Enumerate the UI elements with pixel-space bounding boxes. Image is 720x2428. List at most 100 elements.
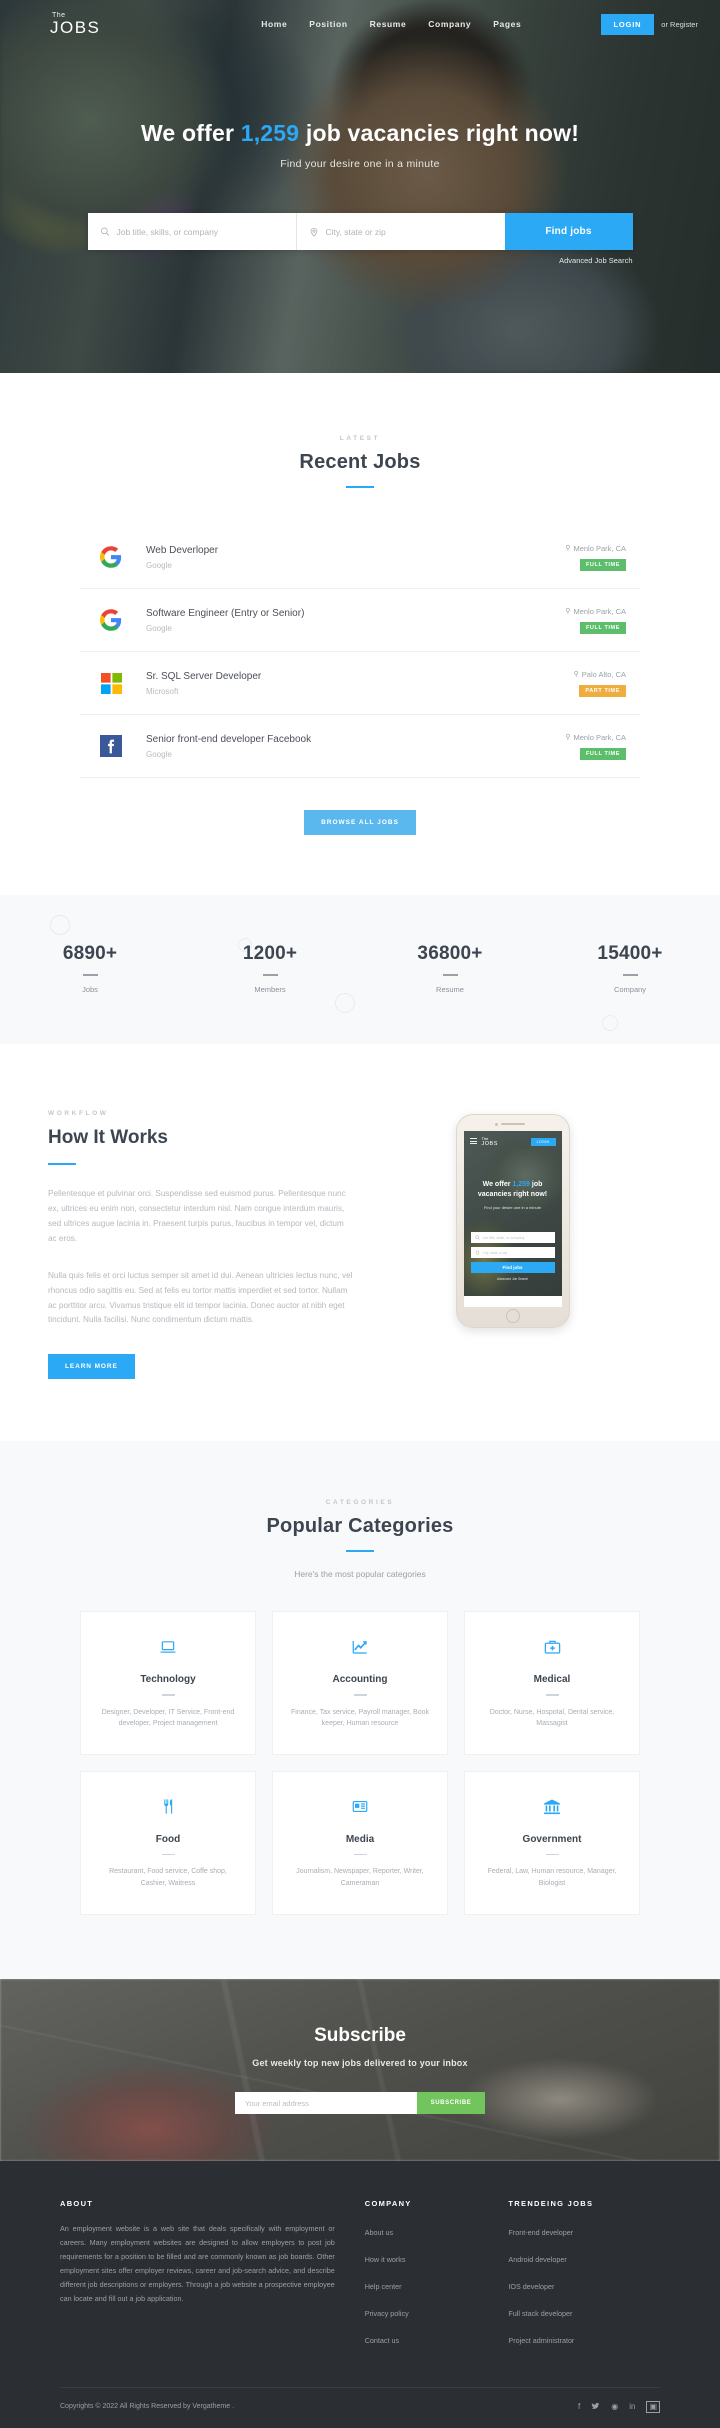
footer-link-privacy-policy[interactable]: Privacy policy	[365, 2309, 409, 2318]
footer-jobs-heading: TRENDEING JOBS	[508, 2198, 594, 2208]
logo-jobs: JOBS	[50, 18, 101, 37]
how-it-works-paragraph-1: Pellentesque et pulvinar orci. Suspendis…	[48, 1189, 346, 1243]
category-description: Doctor, Nurse, Hospotal, Dental service,…	[489, 1708, 615, 1728]
footer-link-help-center[interactable]: Help center	[365, 2282, 402, 2291]
microsoft-logo	[94, 666, 128, 700]
phone-find-jobs-button[interactable]: Find jobs	[470, 1262, 555, 1274]
learn-more-button[interactable]: LEARN MORE	[48, 1354, 135, 1380]
footer-link-android-developer[interactable]: Android developer	[508, 2255, 566, 2264]
footer-link-contact-us[interactable]: Contact us	[365, 2336, 399, 2345]
phone-hero-subtitle: Find your desire one in a minute	[483, 1205, 542, 1211]
location-input[interactable]	[325, 226, 493, 237]
footer-link-frontend-developer[interactable]: Front-end developer	[508, 2228, 573, 2237]
subscribe-button[interactable]: SUBSCRIBE	[417, 2092, 485, 2115]
browse-all-jobs-button[interactable]: BROWSE ALL JOBS	[304, 810, 416, 835]
status-badge: FULL TIME	[579, 621, 626, 634]
category-card-government[interactable]: Government Federal, Law, Human resource,…	[464, 1770, 640, 1915]
login-button[interactable]: LOGIN	[600, 13, 655, 35]
phone-search-placeholder: Job title, skills, or company	[482, 1235, 525, 1240]
linkedin-icon[interactable]: in	[629, 2402, 635, 2411]
category-card-food[interactable]: Food Restaurant, Food service, Coffe sho…	[80, 1770, 256, 1915]
phone-search-input[interactable]: Job title, skills, or company	[470, 1232, 555, 1244]
table-row[interactable]: Senior front-end developer Facebook Goog…	[80, 715, 640, 778]
dribbble-icon[interactable]: ◉	[611, 2402, 618, 2411]
footer-link-project-administrator[interactable]: Project administrator	[508, 2336, 574, 2345]
nav-item-company[interactable]: Company	[428, 19, 471, 29]
phone-login-button[interactable]: LOGIN	[530, 1138, 556, 1147]
job-location: ⚲ Palo Alto, CA	[574, 670, 626, 679]
list-item: Front-end developer	[508, 2222, 660, 2240]
job-title[interactable]: Web Deverloper	[146, 545, 565, 556]
category-card-technology[interactable]: Technology Designer, Developer, IT Servi…	[80, 1611, 256, 1755]
facebook-icon[interactable]: f	[578, 2402, 580, 2411]
stat-label: Resume	[436, 985, 464, 994]
category-card-medical[interactable]: Medical Doctor, Nurse, Hospotal, Dental …	[464, 1611, 640, 1755]
nav-item-home[interactable]: Home	[261, 19, 287, 29]
category-card-accounting[interactable]: Accounting Finance, Tax service, Payroll…	[272, 1611, 448, 1755]
table-row[interactable]: Web Deverloper Google ⚲ Menlo Park, CA FU…	[80, 526, 640, 589]
job-location: ⚲ Menlo Park, CA	[565, 544, 626, 553]
twitter-icon[interactable]	[591, 2402, 600, 2412]
footer-link-fullstack-developer[interactable]: Full stack developer	[508, 2309, 572, 2318]
job-search-bar: Find jobs	[87, 213, 633, 250]
location-search-field[interactable]	[295, 213, 505, 250]
category-name: Technology	[140, 1674, 196, 1686]
job-location: ⚲ Menlo Park, CA	[565, 607, 626, 616]
advanced-search-link[interactable]: Advanced Job Search	[88, 256, 632, 265]
phone-location-placeholder: City, state or zip	[482, 1250, 508, 1255]
footer-company-column: COMPANY About us How it works Help cente…	[365, 2199, 479, 2357]
browse-jobs-area: BROWSE ALL JOBS	[0, 778, 720, 895]
footer-company-heading: COMPANY	[364, 2198, 412, 2208]
job-title[interactable]: Senior front-end developer Facebook	[146, 734, 565, 745]
list-item: Android developer	[508, 2249, 660, 2267]
footer-jobs-links: Front-end developer Android developer IO…	[508, 2222, 660, 2348]
medical-kit-icon	[481, 1634, 623, 1660]
nav-item-position[interactable]: Position	[309, 19, 347, 29]
nav-item-pages[interactable]: Pages	[493, 19, 521, 29]
popular-categories-section: CATEGORIES Popular Categories Here's the…	[0, 1441, 720, 1979]
hamburger-menu-icon[interactable]	[469, 1138, 477, 1146]
job-title[interactable]: Sr. SQL Server Developer	[146, 671, 574, 682]
nav-links: Home Position Resume Company Pages	[221, 19, 521, 29]
phone-mockup: The JOBS LOGIN We offer 1,259 job vacanc…	[455, 1114, 570, 1328]
phone-location-input[interactable]: City, state or zip	[470, 1247, 555, 1259]
list-item: Full stack developer	[508, 2303, 660, 2321]
rss-icon[interactable]: ▣	[646, 2400, 660, 2413]
category-card-media[interactable]: Media Journalism, Newspaper, Reporter, W…	[272, 1770, 448, 1915]
footer-link-about-us[interactable]: About us	[365, 2228, 393, 2237]
phone-advanced-search-link[interactable]: Advanced Job Search	[464, 1277, 562, 1281]
how-it-works-content: WORKFLOW How It Works Pellentesque et pu…	[48, 1110, 353, 1380]
job-info: Software Engineer (Entry or Senior) Goog…	[128, 608, 565, 633]
stat-label: Members	[254, 985, 286, 994]
table-row[interactable]: Software Engineer (Entry or Senior) Goog…	[80, 589, 640, 652]
table-row[interactable]: Sr. SQL Server Developer Microsoft ⚲ Palo…	[80, 652, 640, 715]
site-logo[interactable]: The JOBS	[22, 12, 142, 36]
map-pin-icon	[310, 227, 317, 237]
footer-link-ios-developer[interactable]: IOS developer	[508, 2282, 554, 2291]
how-it-works-eyebrow: WORKFLOW	[48, 1110, 109, 1117]
category-name: Government	[522, 1833, 582, 1845]
how-it-works-section: WORKFLOW How It Works Pellentesque et pu…	[0, 1044, 720, 1442]
job-info: Web Deverloper Google	[128, 545, 565, 570]
job-info: Sr. SQL Server Developer Microsoft	[128, 671, 574, 696]
stat-company: 15400+ Company	[540, 943, 720, 994]
recent-jobs-title: Recent Jobs	[299, 451, 421, 473]
category-underline	[353, 1694, 367, 1696]
footer-link-how-it-works[interactable]: How it works	[365, 2255, 406, 2264]
register-link[interactable]: or Register	[661, 20, 698, 29]
keyword-search-field[interactable]	[88, 213, 296, 250]
phone-mockup-area: The JOBS LOGIN We offer 1,259 job vacanc…	[353, 1110, 672, 1379]
phone-camera	[494, 1122, 498, 1126]
stat-label: Jobs	[82, 985, 98, 994]
email-field[interactable]	[235, 2092, 417, 2115]
map-pin-icon: ⚲	[565, 608, 571, 615]
job-title[interactable]: Software Engineer (Entry or Senior)	[146, 608, 565, 619]
job-location-text: Menlo Park, CA	[573, 732, 626, 742]
bank-icon	[481, 1794, 623, 1820]
find-jobs-button[interactable]: Find jobs	[504, 213, 633, 250]
nav-item-resume[interactable]: Resume	[370, 19, 407, 29]
category-name: Food	[155, 1833, 181, 1845]
category-description: Journalism, Newspaper, Reporter, Writer,…	[296, 1868, 424, 1888]
search-input[interactable]	[116, 226, 284, 237]
hero-subtitle: Find your desire one in a minute	[280, 158, 440, 170]
